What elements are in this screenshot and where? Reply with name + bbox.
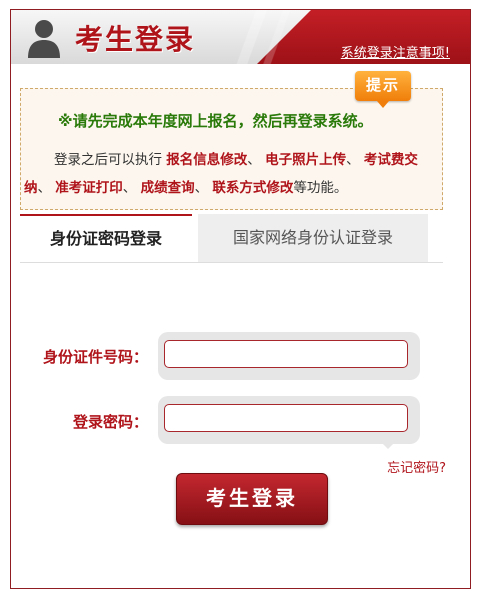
login-notice-link[interactable]: 系统登录注意事项! [341, 42, 450, 61]
password-input[interactable] [164, 404, 408, 432]
feature-item: 联系方式修改 [212, 180, 294, 196]
id-number-field-wrap [158, 332, 420, 380]
id-number-label: 身份证件号码： [42, 348, 148, 366]
tip-headline: ※请先完成本年度网上报名，然后再登录系统。 [58, 112, 373, 130]
forgot-password-link[interactable]: 忘记密码? [387, 457, 446, 476]
tip-suffix: 等功能。 [293, 180, 348, 196]
password-field-wrap [158, 396, 420, 444]
tab-id-password[interactable]: 身份证密码登录 [20, 214, 192, 262]
feature-item: 准考证打印 [55, 180, 123, 196]
password-field-notch [380, 441, 396, 449]
tip-badge: 提示 [355, 71, 411, 108]
login-tabs: 身份证密码登录 国家网络身份认证登录 [20, 214, 443, 263]
tip-description: 登录之后可以执行 报名信息修改、 电子照片上传、 考试费交纳、 准考证打印、 成… [24, 152, 418, 196]
tab-national-network-id[interactable]: 国家网络身份认证登录 [198, 214, 428, 262]
user-icon [28, 20, 60, 58]
header-bar: 考生登录 系统登录注意事项! [11, 10, 470, 64]
page-title: 考生登录 [75, 23, 196, 56]
feature-item: 成绩查询 [140, 180, 195, 196]
login-button[interactable]: 考生登录 [176, 473, 328, 525]
tip-intro: 登录之后可以执行 [54, 152, 162, 168]
feature-item: 电子照片上传 [265, 152, 347, 168]
password-label: 登录密码： [72, 413, 148, 431]
feature-item: 报名信息修改 [166, 152, 248, 168]
id-number-input[interactable] [164, 340, 408, 368]
